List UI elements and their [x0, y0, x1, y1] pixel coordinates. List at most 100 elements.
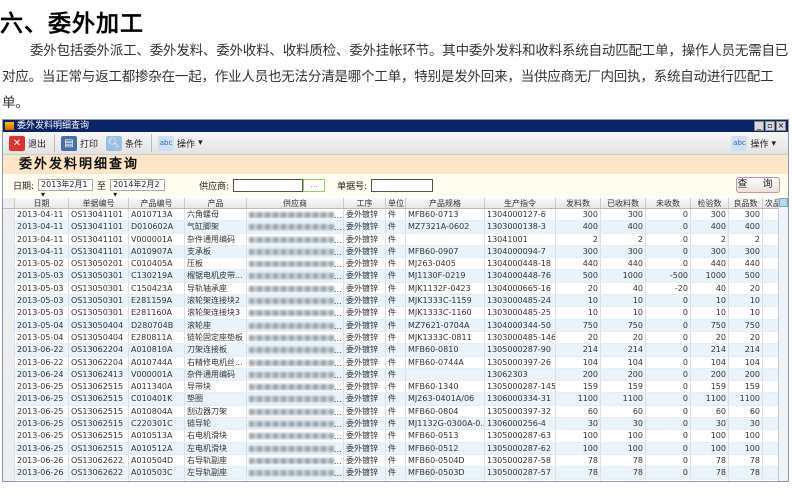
supplier-input[interactable] [233, 178, 304, 192]
table-row[interactable]: 2013-06-24 OS13062413 V000001A 杂件通用编码... 委外镀… [3, 368, 788, 382]
minimize-button[interactable]: _ [754, 121, 764, 131]
row-selector[interactable] [3, 245, 15, 258]
vertical-scrollbar[interactable] [778, 198, 788, 481]
table-row[interactable]: 2013-04-11 OS13041101 D010602A 气缸脚架... 委外镀锌件… [3, 221, 788, 234]
row-selector[interactable] [3, 209, 15, 221]
restore-button[interactable]: ▫ [765, 121, 775, 131]
column-header[interactable]: 供应商 [247, 198, 344, 208]
row-selector[interactable] [3, 233, 15, 245]
supplier-browse-button[interactable]: ... [303, 178, 326, 192]
table-row[interactable]: 2013-06-26 OS13062622 A010504D 右导轨副座... 委外镀锌… [3, 454, 788, 468]
cell: MFB60-1340 [406, 381, 485, 393]
cell: 2013-06-27 [15, 479, 69, 481]
column-header[interactable]: 产品 [185, 198, 247, 208]
column-header[interactable]: 日期 [15, 198, 69, 208]
cell: 300 [691, 245, 729, 258]
table-row[interactable]: 2013-06-22 OS13062204 A010744A 右精修电机丝......… [3, 356, 788, 369]
cell: 2013-05-04 [15, 319, 69, 331]
row-selector[interactable] [3, 418, 15, 430]
table-row[interactable]: 2013-05-04 OS13050404 E280811A 链轮固定座垫板... 委外… [3, 331, 788, 345]
row-selector[interactable] [3, 319, 15, 331]
cell: 件 [386, 245, 406, 258]
column-header[interactable]: 良品数 [729, 198, 763, 208]
row-selector[interactable] [3, 221, 15, 233]
row-selector[interactable] [3, 454, 15, 467]
cell [763, 307, 779, 319]
cell: E281159A [129, 295, 185, 307]
cell: 1304000127-6 [485, 209, 556, 221]
cell: ... [247, 209, 344, 221]
cell: 支承板 [185, 245, 247, 258]
row-selector[interactable] [3, 282, 15, 295]
row-selector[interactable] [3, 270, 15, 282]
table-row[interactable]: 2013-05-03 OS13050301 C130219A 榴锯电机皮带......… [3, 270, 788, 283]
table-row[interactable]: 2013-06-25 OS13062515 A011340A 导带块... 委外镀锌件 M… [3, 381, 788, 394]
table-row[interactable]: 2013-06-25 OS13062515 C010401K 垫圈... 委外镀锌件 MJ… [3, 393, 788, 406]
column-header[interactable]: 单位 [386, 198, 406, 208]
cell: 30 [601, 418, 646, 430]
column-header[interactable]: 已收料数 [601, 198, 646, 208]
row-selector[interactable] [3, 331, 15, 344]
column-header[interactable]: 产品规格 [406, 198, 485, 208]
column-header[interactable]: 单据编号 [69, 198, 129, 208]
column-header[interactable]: 未收数 [646, 198, 691, 208]
cell: ... [247, 258, 344, 270]
row-selector[interactable] [3, 467, 15, 479]
table-row[interactable]: 2013-04-11 OS13041101 A010907A 支承板... 委外镀锌件 M… [3, 245, 788, 259]
row-selector[interactable] [3, 442, 15, 454]
table-row[interactable]: 2013-05-03 OS13050301 C150423A 导轨轴承座... 委外镀锌… [3, 282, 788, 296]
table-row[interactable]: 2013-06-25 OS13062515 A010513A 右电机滑块... 委外镀锌… [3, 430, 788, 443]
table-row[interactable]: 2013-06-22 OS13062204 A010810A 刀架连接板... 委外镀锌… [3, 344, 788, 357]
table-row[interactable]: 2013-05-03 OS13050301 E281159A 滚轮架连接块2... 委外… [3, 295, 788, 308]
close-button[interactable]: × [776, 121, 786, 131]
exit-button[interactable]: ✕ 退出 [9, 135, 46, 151]
row-selector[interactable] [3, 381, 15, 393]
table-row[interactable]: 2013-04-11 OS13041101 A010713A 六角螺母... 委外镀锌件… [3, 209, 788, 222]
column-header[interactable]: 工序 [344, 198, 386, 208]
date-from-select[interactable]: 2013年2月1 ▾ [38, 179, 94, 199]
cell: ... [247, 307, 344, 319]
doc-number-input[interactable] [371, 178, 434, 192]
row-selector[interactable] [3, 344, 15, 356]
row-selector[interactable] [3, 430, 15, 442]
row-selector[interactable] [3, 479, 15, 481]
row-selector[interactable] [3, 258, 15, 270]
cell: MJK1333C-1160 [406, 307, 485, 319]
print-button[interactable]: ▤ 打印 [61, 135, 98, 151]
cell: 1305000287-90 [485, 344, 556, 356]
row-selector[interactable] [3, 295, 15, 307]
table-row[interactable]: 2013-06-25 OS13062515 C220301C 链导轮... 委外镀锌件 M… [3, 418, 788, 431]
cell: 1305000287-63 [485, 430, 556, 442]
cell [763, 319, 779, 331]
table-row[interactable]: 2013-06-26 OS13062622 A010503C 左导轨副座... 委外镀锌… [3, 467, 788, 480]
table-row[interactable]: 2013-05-04 OS13050404 D280704B 滚轮座... 委外镀锌件 M… [3, 319, 788, 332]
column-header[interactable]: 检验数 [691, 198, 729, 208]
operate-button[interactable]: abc 操作 ▾ [158, 135, 203, 151]
chevron-down-icon: ▾ [771, 138, 776, 149]
table-row[interactable]: 2013-05-02 OS13050201 C010405A 压板... 委外镀锌件 MJ… [3, 258, 788, 271]
column-header[interactable]: 生产指令 [485, 198, 556, 208]
row-selector[interactable] [3, 356, 15, 368]
scroll-up-icon[interactable] [779, 198, 788, 207]
row-selector[interactable] [3, 368, 15, 381]
condition-button[interactable]: 🔍︎ 条件 [106, 135, 143, 151]
cell: 2 [729, 233, 763, 245]
row-selector[interactable] [3, 393, 15, 405]
row-selector[interactable] [3, 307, 15, 319]
column-header[interactable]: 产品编号 [129, 198, 185, 208]
date-to-select[interactable]: 2014年2月2 ▾ [110, 179, 166, 199]
cell: OS13062622 [69, 454, 129, 467]
table-row[interactable]: 2013-05-03 OS13050301 E281160A 滚轮架连接块3... 委外… [3, 307, 788, 320]
column-header[interactable]: 发料数 [556, 198, 601, 208]
cell: ... [247, 282, 344, 295]
query-button[interactable]: 查 询 [736, 177, 780, 193]
table-row[interactable]: 2013-06-27OS13062702A010503C左导轨副座...委外镀锌… [3, 479, 788, 481]
table-row[interactable]: 2013-06-25 OS13062515 A010804A 刮边器刀架... 委外镀锌… [3, 405, 788, 419]
table-row[interactable]: 2013-06-25 OS13062515 A010512A 左电机滑块... 委外镀锌… [3, 442, 788, 455]
row-selector[interactable] [3, 405, 15, 418]
operate-right-button[interactable]: abc 操作 ▾ [731, 136, 776, 151]
cell: 委外镀锌 [344, 307, 386, 319]
column-header[interactable]: 次品 [763, 198, 779, 208]
cell: 10 [556, 307, 601, 319]
table-row[interactable]: 2013-04-11 OS13041101 V000001A 杂件通用编码... 委外镀… [3, 233, 788, 246]
